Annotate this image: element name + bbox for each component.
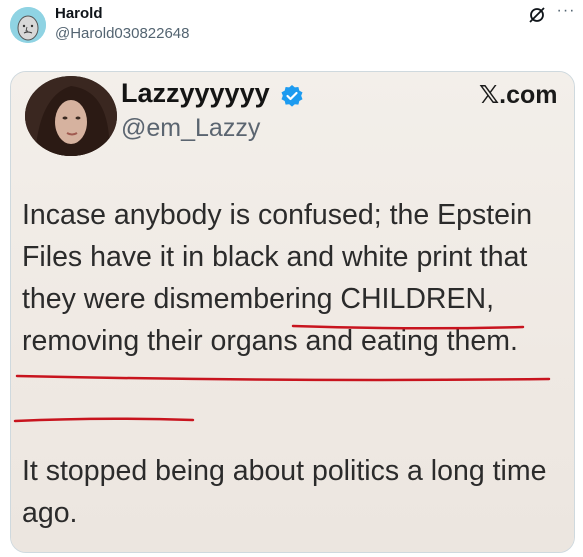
screenshot-of-tweet: Lazzyyyyyy @em_Lazzy 𝕏.com Incase anybod… bbox=[11, 72, 574, 552]
brand-suffix: .com bbox=[499, 81, 558, 109]
verified-badge-icon bbox=[280, 84, 304, 108]
avatar-face-icon bbox=[10, 7, 46, 43]
underline-children-line bbox=[15, 374, 551, 382]
inner-author-handle: @em_Lazzy bbox=[121, 114, 261, 142]
x-logo: 𝕏.com bbox=[479, 80, 558, 110]
tweet-paragraph-2: It stopped being about politics a long t… bbox=[22, 455, 547, 529]
underline-eating-them bbox=[13, 417, 195, 423]
grok-icon[interactable] bbox=[527, 5, 547, 25]
inner-author-name: Lazzyyyyyy bbox=[121, 78, 270, 108]
more-icon[interactable]: ··· bbox=[554, 3, 578, 23]
x-brand-icon: 𝕏 bbox=[479, 80, 500, 109]
post-header: Harold @Harold030822648 ··· bbox=[0, 0, 583, 60]
author-name[interactable]: Harold bbox=[55, 5, 103, 22]
person-photo-icon bbox=[25, 76, 117, 156]
author-avatar[interactable] bbox=[10, 7, 46, 43]
author-handle[interactable]: @Harold030822648 bbox=[55, 25, 190, 42]
inner-avatar-photo bbox=[25, 76, 117, 156]
post-media-image[interactable]: Lazzyyyyyy @em_Lazzy 𝕏.com Incase anybod… bbox=[10, 71, 575, 553]
tweet-paragraph-1: Incase anybody is confused; the Epstein … bbox=[22, 199, 533, 357]
